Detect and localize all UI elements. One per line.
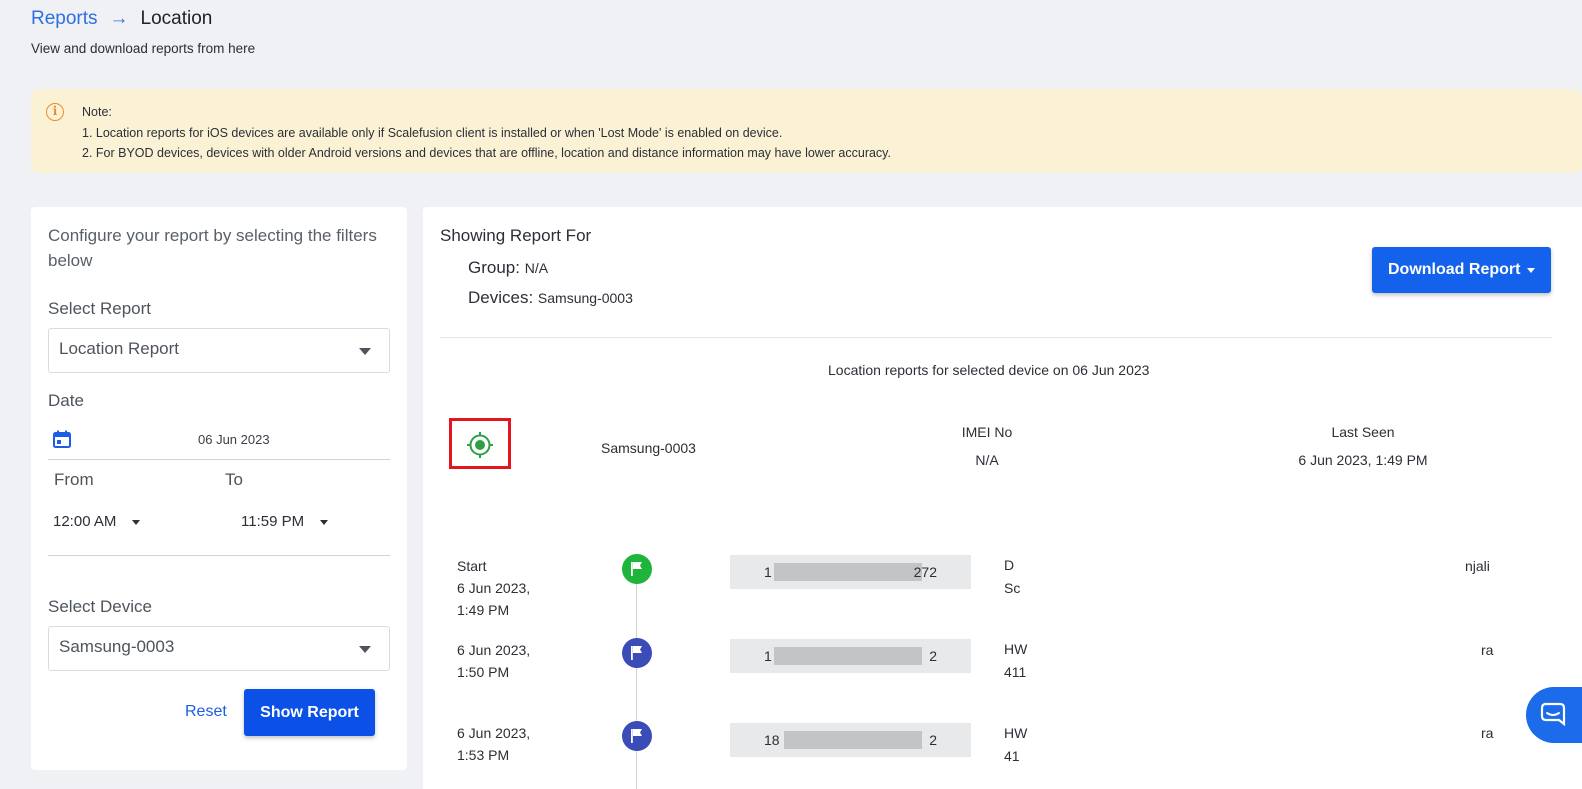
- date-value: 06 Jun 2023: [198, 432, 270, 447]
- select-report-dropdown[interactable]: Location Report: [48, 328, 390, 373]
- redaction-mask: [774, 647, 922, 665]
- select-device-value: Samsung-0003: [59, 637, 175, 656]
- coordinates-end: 2: [929, 732, 937, 748]
- group-label: Group:: [468, 258, 520, 277]
- select-device-label: Select Device: [48, 597, 152, 616]
- devices-value: Samsung-0003: [537, 290, 633, 306]
- note-line-1: 1. Location reports for iOS devices are …: [82, 125, 783, 140]
- devices-line: Devices: Samsung-0003: [468, 288, 633, 308]
- chat-icon: [1540, 702, 1566, 727]
- address-text: HW 411: [1004, 638, 1027, 684]
- breadcrumb-current: Location: [140, 8, 213, 29]
- timeline-time: 6 Jun 2023, 1:50 PM: [457, 639, 530, 683]
- coordinates-end: 2: [929, 648, 937, 664]
- coordinates-field: 18 2: [730, 723, 971, 757]
- download-report-button[interactable]: Download Report: [1372, 247, 1551, 293]
- address-line-1: HW: [1004, 725, 1028, 741]
- address-line-2: Sc: [1004, 580, 1021, 596]
- address-end: njali: [1465, 558, 1490, 574]
- note-title: Note:: [82, 105, 112, 119]
- last-seen-label: Last Seen: [1331, 424, 1395, 440]
- address-text: HW 41: [1004, 722, 1027, 768]
- chevron-down-icon: [359, 646, 371, 653]
- devices-label: Devices:: [468, 288, 534, 307]
- panel-divider: [440, 337, 1552, 338]
- select-report-label: Select Report: [48, 299, 151, 318]
- to-time-select[interactable]: 11:59 PM: [241, 513, 329, 530]
- chevron-down-icon: [359, 348, 371, 355]
- address-line-1: D: [1004, 557, 1015, 573]
- caret-down-icon: [132, 519, 141, 525]
- filter-divider: [48, 555, 390, 556]
- caret-down-icon: [1527, 268, 1535, 273]
- group-value: N/A: [524, 260, 549, 276]
- timeline-clock: 1:50 PM: [457, 664, 510, 680]
- from-time-select[interactable]: 12:00 AM: [53, 513, 141, 530]
- coordinates-field: 1 272: [730, 555, 971, 589]
- coordinates-start: 18: [764, 732, 780, 748]
- timeline-time: Start 6 Jun 2023, 1:49 PM: [457, 555, 530, 621]
- redaction-mask: [784, 731, 922, 749]
- to-label: To: [225, 470, 243, 489]
- coordinates-start: 1: [764, 648, 772, 664]
- timeline-marker: [622, 721, 652, 751]
- address-line-1: HW: [1004, 641, 1028, 657]
- locate-device-button[interactable]: [449, 418, 511, 469]
- timeline-clock: 1:53 PM: [457, 747, 510, 763]
- page-subtitle: View and download reports from here: [31, 41, 256, 56]
- address-line-2: 41: [1004, 748, 1020, 764]
- breadcrumb-reports-link[interactable]: Reports: [31, 8, 98, 30]
- timeline-date: 6 Jun 2023,: [457, 725, 531, 741]
- reset-button[interactable]: Reset: [185, 703, 227, 721]
- from-label: From: [54, 470, 94, 489]
- download-report-label: Download Report: [1388, 261, 1521, 278]
- crosshair-icon: [467, 432, 493, 458]
- timeline-time: 6 Jun 2023, 1:53 PM: [457, 722, 530, 766]
- showing-report-title: Showing Report For: [440, 226, 592, 245]
- date-label: Date: [48, 391, 84, 410]
- address-end: ra: [1481, 725, 1494, 741]
- note-line-2: 2. For BYOD devices, devices with older …: [82, 146, 891, 160]
- timeline-marker: [622, 638, 652, 668]
- imei-value: N/A: [975, 452, 999, 468]
- select-report-value: Location Report: [59, 339, 180, 358]
- arrow-right-icon: →: [109, 8, 129, 29]
- show-report-button[interactable]: Show Report: [244, 689, 375, 736]
- group-line: Group: N/A: [468, 258, 548, 278]
- filter-panel: Configure your report by selecting the f…: [31, 207, 407, 770]
- flag-icon: [631, 562, 642, 576]
- flag-icon: [631, 729, 642, 743]
- coordinates-field: 1 2: [730, 639, 971, 673]
- flag-icon: [631, 646, 642, 660]
- calendar-icon: [53, 430, 71, 448]
- timeline-start-label: Start: [457, 558, 487, 574]
- coordinates-end: 272: [913, 564, 937, 580]
- date-picker[interactable]: 06 Jun 2023: [48, 424, 390, 460]
- note-banner: i Note: 1. Location reports for iOS devi…: [31, 89, 1582, 173]
- report-caption: Location reports for selected device on …: [828, 362, 1150, 378]
- timeline-clock: 1:49 PM: [457, 602, 510, 618]
- last-seen-value: 6 Jun 2023, 1:49 PM: [1298, 452, 1428, 468]
- report-panel: Showing Report For Group: N/A Devices: S…: [423, 207, 1582, 789]
- redaction-mask: [774, 563, 922, 581]
- address-end: ra: [1481, 642, 1494, 658]
- info-icon: i: [46, 103, 64, 121]
- address-line-2: 411: [1004, 664, 1027, 680]
- filter-intro: Configure your report by selecting the f…: [48, 226, 377, 270]
- from-time-value: 12:00 AM: [53, 513, 117, 530]
- timeline-marker: [622, 554, 652, 584]
- to-time-value: 11:59 PM: [241, 513, 305, 530]
- caret-down-icon: [320, 519, 329, 525]
- coordinates-start: 1: [764, 564, 772, 580]
- address-text: D Sc: [1004, 554, 1020, 600]
- imei-label: IMEI No: [961, 424, 1013, 440]
- chat-launcher-button[interactable]: [1526, 687, 1582, 743]
- device-name: Samsung-0003: [601, 440, 696, 456]
- select-device-dropdown[interactable]: Samsung-0003: [48, 626, 390, 671]
- timeline-date: 6 Jun 2023,: [457, 580, 531, 596]
- breadcrumb: Reports → Location: [31, 8, 212, 30]
- timeline-line: [636, 569, 637, 789]
- note-text: Note: 1. Location reports for iOS device…: [82, 102, 891, 164]
- timeline-date: 6 Jun 2023,: [457, 642, 531, 658]
